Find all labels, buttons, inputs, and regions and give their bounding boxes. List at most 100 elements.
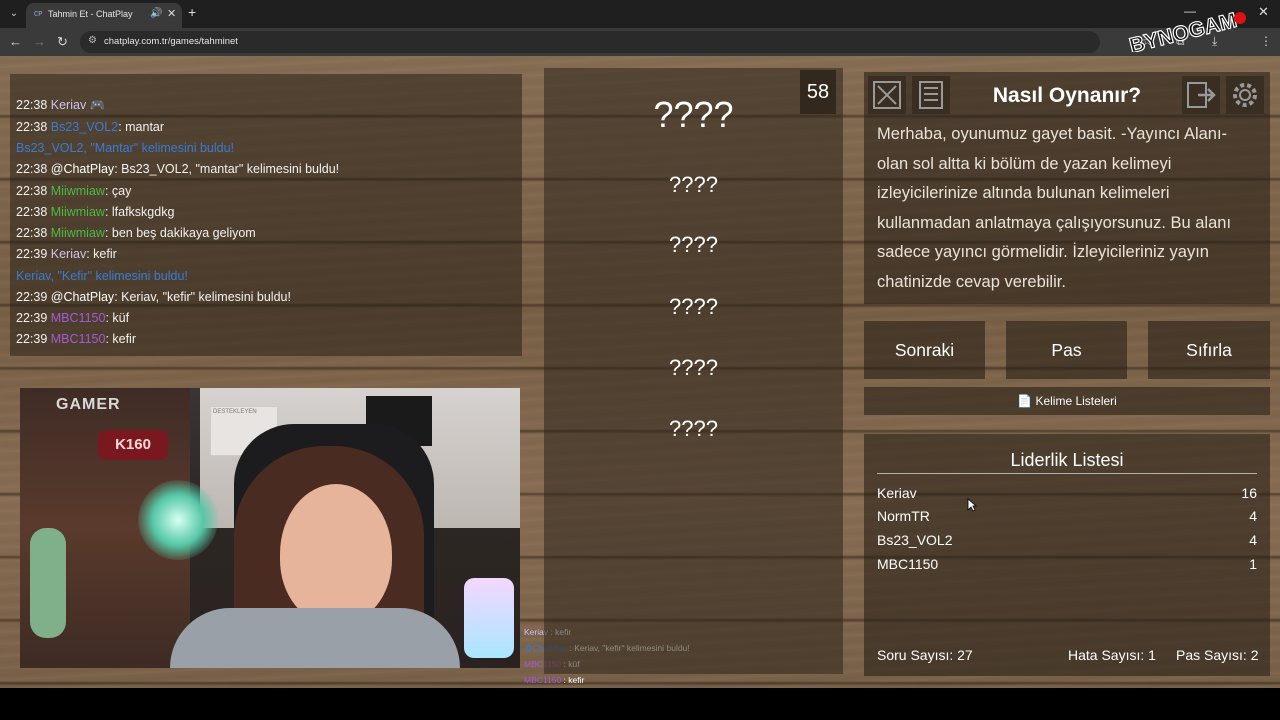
pass-count: Pas Sayısı: 2 (1176, 647, 1259, 663)
word-lists-button[interactable]: 📄 Kelime Listeleri (864, 387, 1270, 415)
leaderboard-score: 4 (1249, 508, 1257, 524)
forbidden-word: ???? (669, 416, 718, 441)
chat-message: 22:39 MBC1150: küf (16, 311, 129, 325)
browser-tab-bar: ⌄ CP Tahmin Et - ChatPlay 🔊 ✕ + — ✕ (0, 0, 1280, 28)
list-icon: 📄 (1017, 394, 1036, 408)
tab-search-icon[interactable]: ⌄ (6, 6, 22, 22)
window-close-icon[interactable]: ✕ (1258, 4, 1269, 20)
question-count: Soru Sayısı: 27 (877, 647, 973, 663)
leaderboard-name: NormTR (877, 508, 930, 524)
leaderboard-name: Bs23_VOL2 (877, 532, 953, 548)
svg-text:BYNOGAM: BYNOGAM (1127, 9, 1239, 52)
cactus-toy (30, 528, 66, 638)
chat-message: 22:38 @ChatPlay: Bs23_VOL2, "mantar" kel… (16, 162, 339, 176)
close-tab-icon[interactable]: ✕ (167, 7, 176, 20)
new-tab-button[interactable]: + (188, 4, 196, 20)
chat-message: 22:38 Miiwmiaw: lfafkskgdkg (16, 205, 174, 219)
chat-time: 22:38 (16, 98, 48, 112)
chat-time: 22:38 (16, 120, 48, 134)
leaderboard-title: Liderlik Listesi (1010, 450, 1124, 470)
forbidden-word: ???? (669, 172, 718, 197)
chat-message: 22:39 @ChatPlay: Keriav, "kefir" kelimes… (16, 290, 291, 304)
shelf-sign: GAMER (56, 396, 121, 413)
chat-time: 22:38 (16, 162, 48, 176)
chat-system-message: Keriav, "Kefir" kelimesini buldu! (16, 269, 188, 283)
chat-time: 22:38 (16, 205, 48, 219)
chat-username[interactable]: Miiwmiaw (51, 184, 105, 198)
system-text: Bs23_VOL2, "Mantar" kelimesini buldu! (16, 141, 235, 155)
leaderboard-name: Keriav (877, 485, 917, 501)
address-bar[interactable]: ⚙ chatplay.com.tr/games/tahminet (80, 31, 1100, 53)
chat-time: 22:39 (16, 332, 48, 346)
chat-text: : Keriav, "kefir" kelimesini buldu! (114, 290, 291, 304)
favicon-icon: CP (34, 11, 43, 19)
leaderboard-score: 1 (1249, 556, 1257, 572)
chat-username[interactable]: MBC1150 (51, 311, 106, 325)
chat-username[interactable]: @ChatPlay (51, 290, 114, 304)
how-to-play-text: Merhaba, oyunumuz gayet basit. -Yayıncı … (877, 125, 1232, 291)
taskbar-strip (0, 688, 1280, 720)
browser-tab[interactable]: CP Tahmin Et - ChatPlay 🔊 ✕ (26, 3, 182, 28)
overlay-chat-line: MBC1150 : kefir (524, 672, 690, 688)
chat-time: 22:39 (16, 290, 48, 304)
back-icon[interactable]: ← (9, 34, 22, 49)
mouse-cursor-icon (967, 498, 977, 512)
word-lists-label: Kelime Listeleri (1035, 394, 1117, 408)
chat-message: 22:38 Keriav 🎮 (16, 98, 105, 113)
glow-light (138, 480, 218, 560)
chat-message: 22:38 Miiwmiaw: ben beş dakikaya geliyom (16, 226, 256, 240)
chat-text: : ben beş dakikaya geliyom (104, 226, 256, 240)
forbidden-word: ???? (669, 232, 718, 257)
chat-text: 🎮 (86, 98, 106, 112)
chat-text: : kefir (105, 332, 136, 346)
next-button[interactable]: Sonraki (864, 321, 985, 379)
leaderboard-name: MBC1150 (877, 556, 939, 572)
chat-text: : Bs23_VOL2, "mantar" kelimesini buldu! (114, 162, 340, 176)
chat-username[interactable]: Keriav (51, 247, 86, 261)
chat-time: 22:39 (16, 311, 48, 325)
lamp (464, 578, 514, 658)
overlay-text: : kefir (561, 675, 585, 685)
chat-text: : kefir (86, 247, 117, 261)
menu-icon[interactable]: ⋮ (1260, 34, 1272, 48)
chat-username[interactable]: @ChatPlay (51, 162, 114, 176)
chat-username[interactable]: Keriav (51, 98, 86, 112)
chat-message: 22:39 Keriav: kefir (16, 247, 117, 261)
reset-button[interactable]: Sıfırla (1148, 321, 1270, 379)
site-info-icon[interactable]: ⚙ (88, 35, 97, 46)
reload-icon[interactable]: ↻ (57, 34, 68, 50)
chat-time: 22:39 (16, 247, 48, 261)
streamer-body (170, 608, 460, 668)
streamer-face (280, 484, 392, 624)
chat-time: 22:38 (16, 226, 48, 240)
chat-message: 22:39 MBC1150: kefir (16, 332, 136, 346)
how-to-play-title: Nasıl Oynanır? (992, 84, 1142, 107)
forbidden-word: ???? (669, 294, 718, 319)
leaderboard-score: 4 (1249, 532, 1257, 548)
chat-text: : küf (105, 311, 130, 325)
speaker-icon[interactable]: 🔊 (150, 8, 162, 19)
chat-text: : mantar (118, 120, 165, 134)
chat-text: : çay (104, 184, 132, 198)
forward-icon[interactable]: → (33, 34, 46, 49)
chat-username[interactable]: Bs23_VOL2 (51, 120, 118, 134)
chat-username[interactable]: Miiwmiaw (51, 226, 105, 240)
leaderboard-score: 16 (1241, 485, 1257, 501)
target-word: ???? (653, 94, 734, 135)
forbidden-word: ???? (669, 355, 718, 380)
pass-button[interactable]: Pas (1006, 321, 1127, 379)
bynogam-logo: BYNOGAM (1127, 8, 1246, 52)
system-text: Keriav, "Kefir" kelimesini buldu! (16, 269, 188, 283)
chat-username[interactable]: MBC1150 (51, 332, 106, 346)
leaderboard-divider (877, 473, 1257, 474)
overlay-username: MBC1150 (524, 675, 562, 685)
error-count: Hata Sayısı: 1 (1068, 647, 1156, 663)
url-text: chatplay.com.tr/games/tahminet (104, 36, 238, 47)
neon-sign: K160 (98, 430, 168, 460)
chat-message: 22:38 Bs23_VOL2: mantar (16, 120, 164, 134)
tab-title: Tahmin Et - ChatPlay (48, 9, 133, 19)
game-page: 22:38 Keriav 🎮 22:38 Bs23_VOL2: mantar Bs2… (0, 56, 1280, 688)
chat-system-message: Bs23_VOL2, "Mantar" kelimesini buldu! (16, 141, 234, 155)
chat-time: 22:38 (16, 184, 48, 198)
chat-username[interactable]: Miiwmiaw (51, 205, 105, 219)
